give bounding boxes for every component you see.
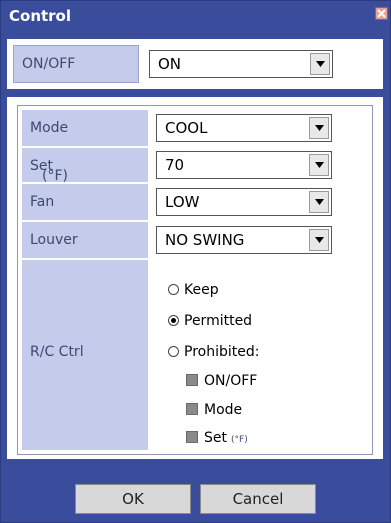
checkbox-mode[interactable]: Mode [186, 402, 242, 418]
radio-button-selected-icon[interactable] [168, 315, 179, 326]
fan-label: Fan [30, 194, 55, 210]
checkbox-onoff[interactable]: ON/OFF [186, 373, 257, 389]
mode-value: COOL [165, 119, 208, 137]
fan-label-cell: Fan [22, 184, 148, 220]
fan-value: LOW [165, 193, 200, 211]
ok-button[interactable]: OK [75, 484, 191, 514]
radio-button-icon[interactable] [168, 346, 179, 357]
power-value: ON [158, 55, 182, 73]
mode-label: Mode [30, 120, 69, 136]
checkbox-set[interactable]: Set (°F) [186, 430, 248, 446]
radio-keep[interactable]: Keep [168, 282, 219, 298]
louver-value: NO SWING [165, 231, 245, 249]
set-label-cell: Set (°F) [22, 148, 148, 184]
chevron-down-icon[interactable] [309, 229, 329, 251]
radio-prohibited[interactable]: Prohibited: [168, 344, 259, 360]
checkbox-icon[interactable] [186, 374, 198, 386]
chevron-down-icon[interactable] [309, 117, 329, 139]
checkbox-mode-label: Mode [204, 402, 243, 418]
power-panel: ON/OFF ON [7, 39, 383, 89]
chevron-down-icon[interactable] [310, 53, 330, 75]
rc-ctrl-label: R/C Ctrl [30, 344, 84, 360]
power-label: ON/OFF [22, 56, 76, 72]
chevron-down-icon[interactable] [309, 154, 329, 176]
louver-label: Louver [30, 232, 78, 248]
mode-select[interactable]: COOL [156, 114, 332, 142]
chevron-down-icon[interactable] [309, 191, 329, 213]
radio-permitted-label: Permitted [184, 313, 253, 329]
set-value: 70 [165, 156, 185, 174]
settings-grid: Mode COOL Set (°F) 70 Fan LOW Louver NO … [17, 105, 373, 455]
cancel-button[interactable]: Cancel [200, 484, 316, 514]
checkbox-onoff-label: ON/OFF [204, 373, 258, 389]
window-title: Control [9, 7, 72, 25]
radio-keep-label: Keep [184, 282, 219, 298]
set-temp-select[interactable]: 70 [156, 151, 332, 179]
fan-select[interactable]: LOW [156, 188, 332, 216]
power-select[interactable]: ON [149, 50, 333, 78]
set-unit: (°F) [42, 168, 68, 184]
radio-permitted[interactable]: Permitted [168, 313, 252, 329]
radio-button-icon[interactable] [168, 284, 179, 295]
checkbox-icon[interactable] [186, 403, 198, 415]
checkbox-icon[interactable] [186, 431, 198, 443]
set-label-wrap: Set (°F) [30, 158, 68, 184]
mode-label-cell: Mode [22, 110, 148, 146]
louver-select[interactable]: NO SWING [156, 226, 332, 254]
checkbox-set-label: Set [204, 430, 227, 446]
control-dialog: Control ON/OFF ON Mode COOL Set (°F) 70 … [0, 0, 391, 523]
louver-label-cell: Louver [22, 222, 148, 258]
close-icon[interactable] [375, 7, 388, 20]
radio-prohibited-label: Prohibited: [184, 344, 260, 360]
title-bar[interactable]: Control [1, 1, 390, 31]
rc-ctrl-label-cell: R/C Ctrl [22, 260, 148, 450]
checkbox-set-unit: (°F) [231, 435, 248, 445]
settings-panel: Mode COOL Set (°F) 70 Fan LOW Louver NO … [7, 97, 383, 459]
power-label-cell: ON/OFF [13, 45, 139, 83]
